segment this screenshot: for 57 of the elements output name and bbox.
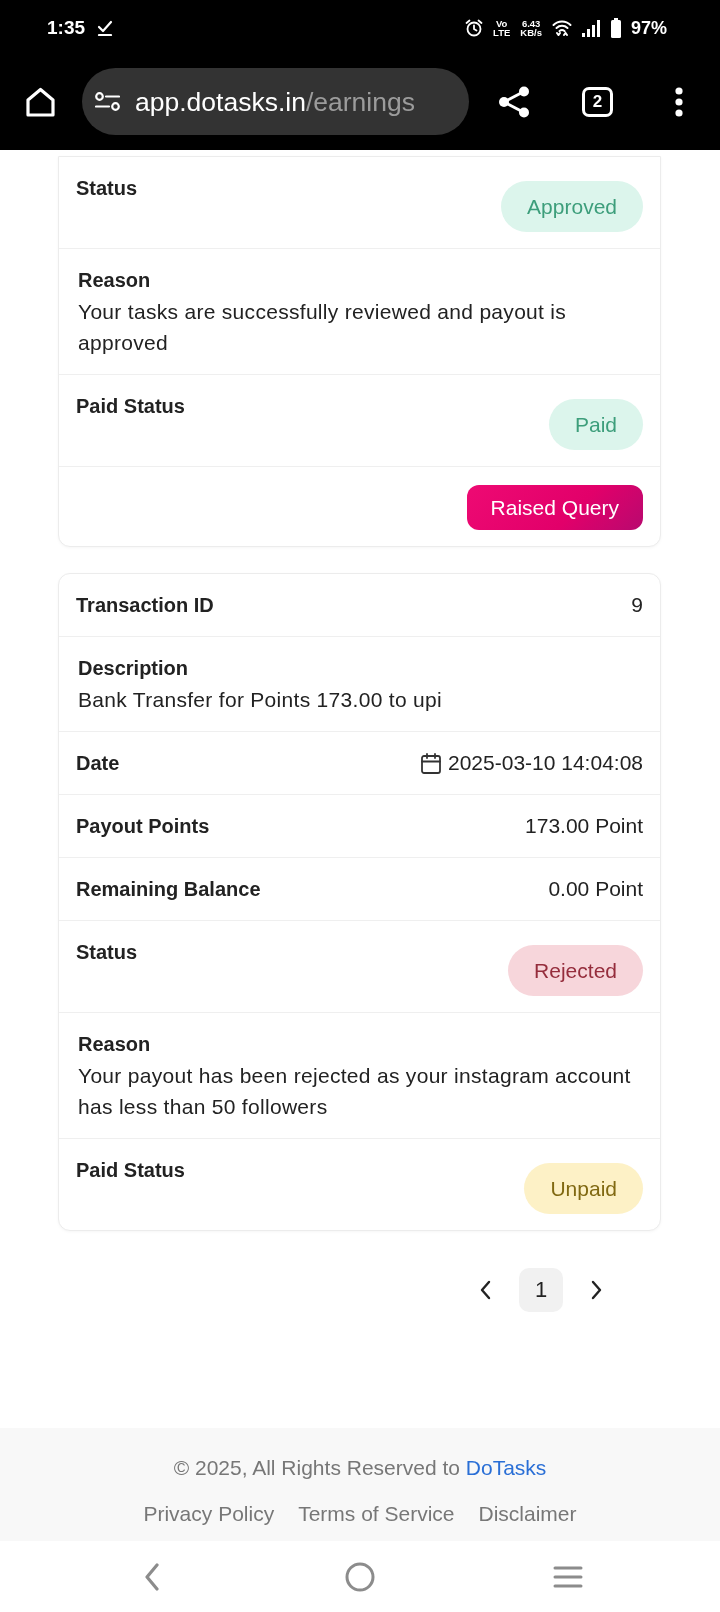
- menu-icon: [553, 1565, 583, 1588]
- field-label: Date: [76, 751, 120, 776]
- alarm-icon: [465, 19, 484, 37]
- share-icon: [498, 85, 530, 118]
- page-button[interactable]: 1: [519, 1268, 563, 1312]
- status-badge: Rejected: [508, 945, 643, 996]
- field-label: Reason: [78, 268, 151, 293]
- more-options-button[interactable]: [675, 86, 683, 117]
- status-badge: Unpaid: [524, 1163, 643, 1214]
- home-button[interactable]: [25, 86, 56, 117]
- calendar-icon: [421, 752, 441, 774]
- check-icon: [97, 20, 114, 36]
- field-value: 9: [631, 592, 643, 618]
- field-label: Transaction ID: [76, 593, 214, 618]
- copyright-text: © 2025, All Rights Reserved to DoTasks: [173, 1455, 547, 1481]
- footer-link[interactable]: Terms of Service: [298, 1500, 455, 1528]
- field-label: Paid Status: [76, 394, 185, 419]
- share-button[interactable]: [498, 85, 530, 118]
- back-icon: [144, 1562, 160, 1591]
- sliders-icon: [95, 92, 120, 111]
- home-nav-button[interactable]: [345, 1561, 375, 1592]
- footer-link[interactable]: Privacy Policy: [143, 1500, 275, 1528]
- field-label: Payout Points: [76, 814, 210, 839]
- signal-icon: [581, 19, 601, 37]
- chevron-left-icon: [478, 1279, 492, 1301]
- address-bar[interactable]: app.dotasks.in/earnings: [82, 68, 469, 135]
- field-text: Bank Transfer for Points 173.00 to upi: [78, 687, 442, 713]
- battery-icon: [610, 18, 621, 38]
- field-label: Status: [76, 176, 138, 201]
- network-speed: 6.43 KB/s: [520, 18, 542, 38]
- field-label: Paid Status: [76, 1158, 185, 1183]
- field-value: 0.00 Point: [548, 876, 643, 902]
- more-icon: [675, 86, 683, 117]
- home-icon: [25, 86, 56, 117]
- raised-query-button[interactable]: Raised Query: [466, 485, 643, 530]
- field-value: 173.00 Point: [525, 813, 643, 839]
- tab-count-button[interactable]: 2: [582, 86, 613, 117]
- status-badge: Paid: [548, 399, 643, 450]
- clock-time: 1:35: [47, 17, 86, 39]
- date-value: 2025-03-10 14:04:08: [448, 750, 643, 776]
- field-label: Remaining Balance: [76, 877, 261, 902]
- field-label: Description: [78, 656, 189, 681]
- back-button[interactable]: [144, 1562, 160, 1591]
- field-label: Status: [76, 940, 138, 965]
- url-text: app.dotasks.in/earnings: [135, 86, 415, 117]
- volte-indicator: Vo LTE: [493, 18, 511, 38]
- field-text: Your tasks are successfully reviewed and payout is approved: [78, 299, 568, 356]
- recent-apps-button[interactable]: [553, 1565, 583, 1588]
- chevron-right-icon: [590, 1279, 604, 1301]
- battery-percent: 97%: [630, 17, 667, 39]
- wifi-icon: [551, 20, 572, 36]
- field-label: Reason: [78, 1032, 151, 1057]
- status-badge: Approved: [501, 181, 643, 232]
- circle-icon: [345, 1561, 375, 1592]
- field-text: Your payout has been rejected as your instagram account has less than 50 followers: [78, 1063, 632, 1120]
- footer-link[interactable]: Disclaimer: [478, 1500, 577, 1528]
- brand-link[interactable]: DoTasks: [465, 1456, 547, 1479]
